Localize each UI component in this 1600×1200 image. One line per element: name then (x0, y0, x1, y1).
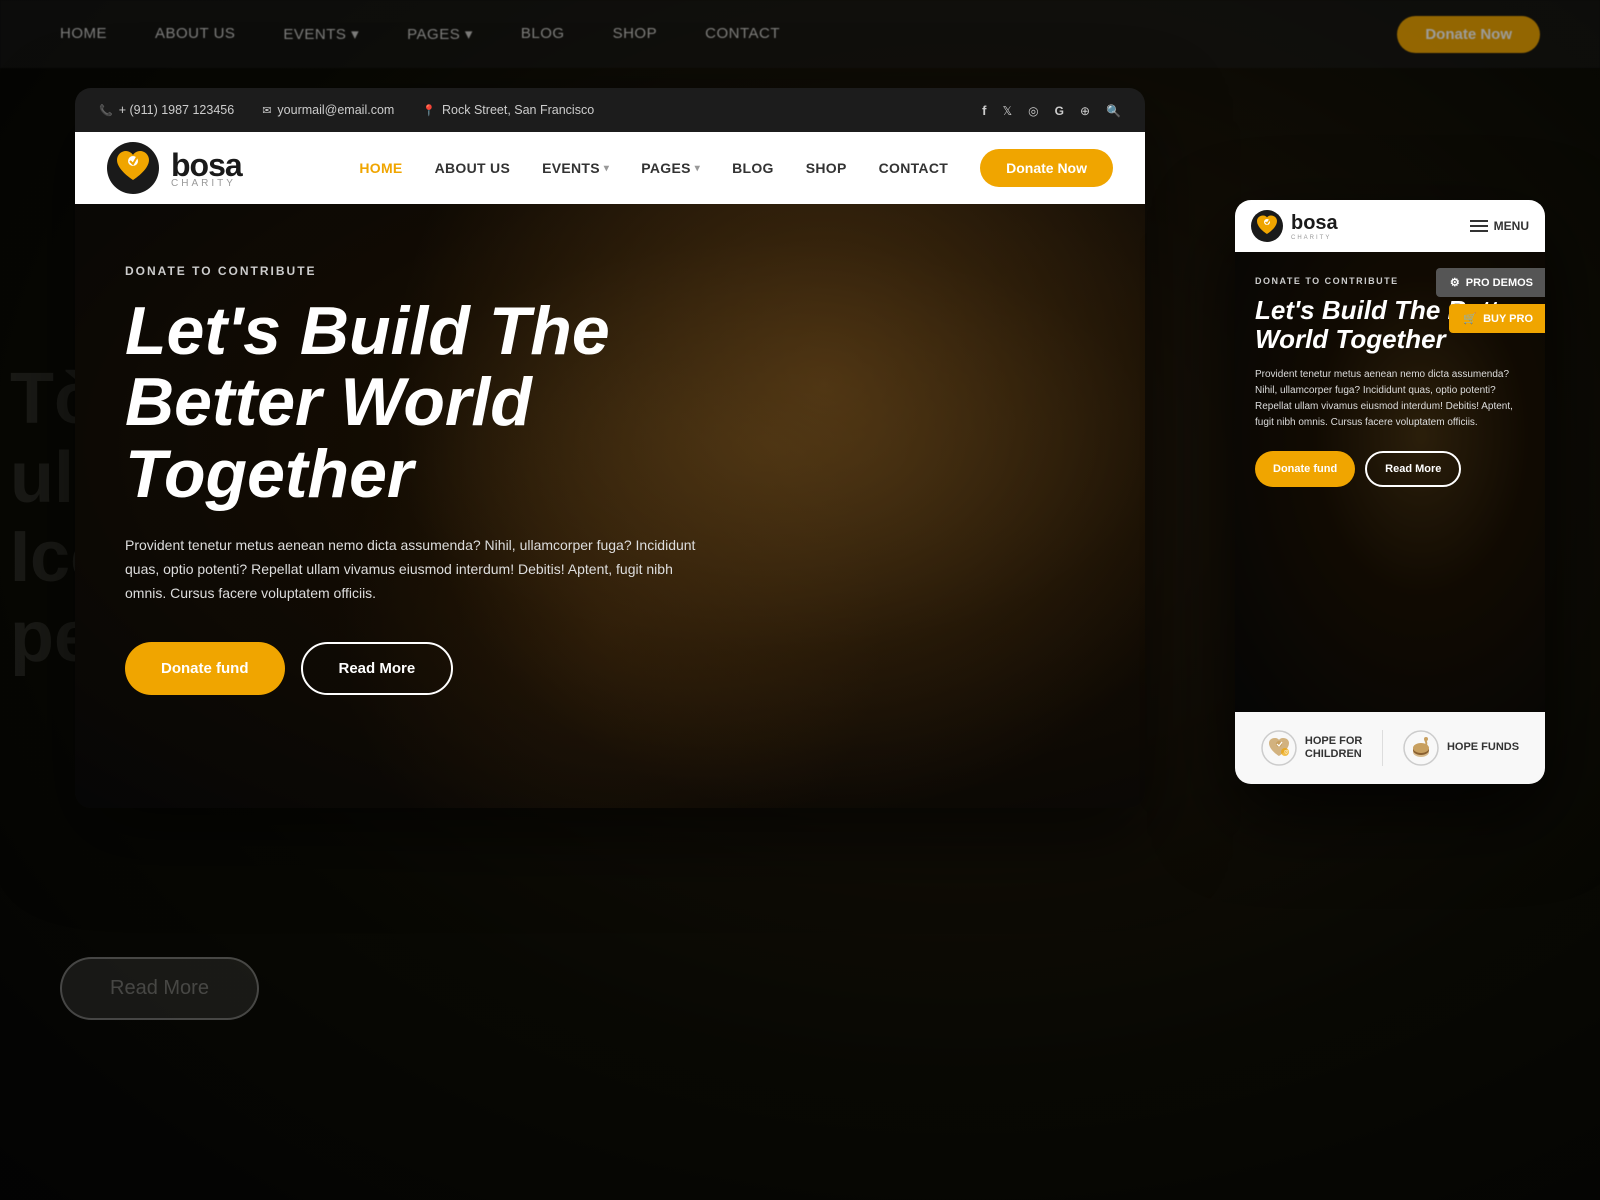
phone-info: + (911) 1987 123456 (99, 103, 234, 117)
hope-funds-icon (1403, 730, 1439, 766)
hero-description: Provident tenetur metus aenean nemo dict… (125, 534, 705, 605)
mobile-nav: bosa CHARITY MENU (1235, 200, 1545, 252)
hope-children-icon: ♡ (1261, 730, 1297, 766)
blur-nav-pages: PAGES ▾ (407, 25, 473, 43)
email-info: yourmail@email.com (262, 103, 394, 117)
nav-shop[interactable]: SHOP (806, 160, 847, 176)
hope-children-text: HOPE FORCHILDREN (1305, 735, 1362, 761)
main-nav: bosa CHARITY HOME ABOUT US EVENTS ▾ PAGE… (75, 132, 1145, 204)
svg-text:♡: ♡ (1284, 750, 1289, 756)
hero-buttons: Donate fund Read More (125, 642, 785, 695)
blur-nav-shop: SHOP (613, 25, 658, 43)
instagram-icon[interactable] (1028, 102, 1038, 118)
address-info: Rock Street, San Francisco (422, 103, 594, 117)
blur-bottom-read-more: Read More (60, 957, 259, 1020)
buy-pro-label: BUY PRO (1483, 313, 1533, 325)
logo: bosa CHARITY (107, 142, 242, 194)
blur-donate-button: Donate Now (1397, 16, 1540, 53)
mobile-logo-name: bosa (1291, 212, 1338, 235)
phone-icon (99, 104, 113, 117)
blur-nav-events: EVENTS ▾ (283, 25, 359, 43)
hope-funds-text: HOPE FUNDS (1447, 741, 1519, 754)
pro-demos-button[interactable]: PRO DEMOS (1436, 268, 1545, 297)
logo-divider (1382, 730, 1383, 766)
nav-events[interactable]: EVENTS ▾ (542, 160, 609, 176)
cart-icon (1463, 312, 1477, 325)
gear-icon (1450, 276, 1460, 289)
mobile-menu-button[interactable]: MENU (1470, 219, 1529, 233)
blur-nav-blog: BLOG (521, 25, 565, 43)
hero-tag: DONATE TO CONTRIBUTE (125, 264, 785, 278)
info-bar-left: + (911) 1987 123456 yourmail@email.com R… (99, 103, 594, 117)
read-more-button[interactable]: Read More (301, 642, 454, 695)
donate-fund-button[interactable]: Donate fund (125, 642, 285, 695)
hero-content: DONATE TO CONTRIBUTE Let's Build The Bet… (125, 264, 785, 695)
twitter-icon[interactable] (1002, 102, 1012, 118)
nav-pages[interactable]: PAGES ▾ (641, 160, 700, 176)
hero-section: DONATE TO CONTRIBUTE Let's Build The Bet… (75, 204, 1145, 808)
mobile-hero-description: Provident tenetur metus aenean nemo dict… (1255, 367, 1525, 431)
hope-for-children-logo: ♡ HOPE FORCHILDREN (1261, 730, 1362, 766)
blur-nav-about: ABOUT US (155, 25, 235, 43)
mobile-logo: bosa CHARITY (1251, 210, 1338, 242)
pin-icon (422, 104, 436, 117)
nav-contact[interactable]: CONTACT (879, 160, 949, 176)
info-bar-social (982, 102, 1121, 118)
google-icon[interactable] (1055, 102, 1064, 118)
mobile-read-more-button[interactable]: Read More (1365, 451, 1461, 487)
pinterest-icon[interactable] (1080, 102, 1090, 118)
buy-pro-button[interactable]: BUY PRO (1449, 304, 1545, 333)
mobile-logo-icon (1251, 210, 1283, 242)
hamburger-icon (1470, 220, 1488, 232)
nav-about[interactable]: ABOUT US (435, 160, 511, 176)
hero-title: Let's Build The Better World Together (125, 296, 785, 510)
desktop-browser-card: + (911) 1987 123456 yourmail@email.com R… (75, 88, 1145, 808)
search-icon[interactable] (1106, 102, 1121, 118)
info-bar: + (911) 1987 123456 yourmail@email.com R… (75, 88, 1145, 132)
mobile-hero-section: PRO DEMOS BUY PRO DONATE TO CONTRIBUTE L… (1235, 252, 1545, 712)
nav-blog[interactable]: BLOG (732, 160, 774, 176)
mobile-partner-logos: ♡ HOPE FORCHILDREN HOPE FUNDS (1235, 712, 1545, 784)
logo-text-area: bosa CHARITY (171, 147, 242, 189)
mobile-logo-text-area: bosa CHARITY (1291, 212, 1338, 241)
mobile-card: bosa CHARITY MENU PRO DEMOS BUY PRO DONA… (1235, 200, 1545, 784)
mobile-logo-sub: CHARITY (1291, 235, 1338, 241)
nav-home[interactable]: HOME (359, 160, 402, 176)
menu-label: MENU (1494, 219, 1529, 233)
nav-links: HOME ABOUT US EVENTS ▾ PAGES ▾ BLOG SHOP… (359, 149, 1113, 187)
logo-icon (107, 142, 159, 194)
blur-nav-links: HOME ABOUT US EVENTS ▾ PAGES ▾ BLOG SHOP… (60, 25, 780, 43)
mail-icon (262, 104, 271, 117)
hope-funds-logo: HOPE FUNDS (1403, 730, 1519, 766)
blur-top-nav: HOME ABOUT US EVENTS ▾ PAGES ▾ BLOG SHOP… (0, 0, 1600, 68)
facebook-icon[interactable] (982, 102, 986, 118)
mobile-donate-button[interactable]: Donate fund (1255, 451, 1355, 487)
blur-nav-home: HOME (60, 25, 107, 43)
blur-nav-contact: CONTACT (705, 25, 780, 43)
logo-sub: CHARITY (171, 178, 242, 189)
pro-demos-label: PRO DEMOS (1466, 277, 1533, 289)
mobile-hero-buttons: Donate fund Read More (1255, 451, 1525, 487)
donate-now-button[interactable]: Donate Now (980, 149, 1113, 187)
